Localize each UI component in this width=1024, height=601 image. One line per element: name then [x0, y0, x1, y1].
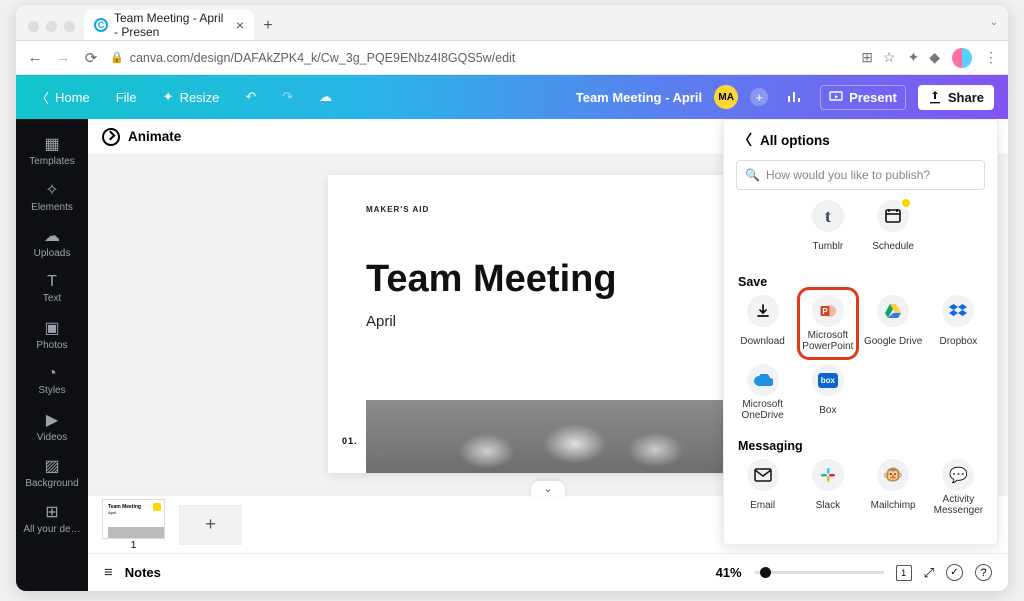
share-button[interactable]: Share	[918, 85, 994, 110]
panel-search-placeholder: How would you like to publish?	[766, 168, 930, 182]
sidebar-elements[interactable]: ✧Elements	[16, 173, 88, 219]
slide-canvas[interactable]: MAKER'S AID Team Meeting April 01.	[328, 175, 768, 473]
save-section-title: Save	[724, 267, 997, 291]
slide-image	[366, 400, 768, 473]
panel-search[interactable]: 🔍 How would you like to publish?	[736, 160, 985, 190]
svg-text:P: P	[822, 307, 828, 316]
sidebar-all-designs[interactable]: ⊞All your de…	[16, 495, 88, 541]
option-onedrive[interactable]: Microsoft OneDrive	[730, 360, 795, 425]
home-button[interactable]: 〈Home	[30, 84, 96, 111]
profile-avatar[interactable]	[952, 48, 972, 68]
option-tumblr[interactable]: t Tumblr	[795, 196, 860, 261]
user-avatar[interactable]: MA	[714, 85, 738, 109]
resize-button[interactable]: ✦Resize	[157, 85, 226, 109]
tabs-dropdown-icon[interactable]: ⌄	[990, 17, 998, 28]
panel-back-icon[interactable]: 〈	[738, 130, 752, 150]
sidebar-photos[interactable]: ▣Photos	[16, 311, 88, 357]
zoom-slider[interactable]	[754, 571, 884, 574]
extensions-icon[interactable]: ✦	[907, 49, 919, 66]
publish-panel: 〈 All options 🔍 How would you like to pu…	[723, 119, 998, 545]
sidebar-text[interactable]: TText	[16, 265, 88, 311]
option-slack[interactable]: Slack	[795, 455, 860, 520]
sidebar-videos[interactable]: ▶Videos	[16, 403, 88, 449]
messaging-section-title: Messaging	[724, 431, 997, 455]
window-traffic-lights	[28, 21, 75, 32]
option-mailchimp[interactable]: 🐵 Mailchimp	[861, 455, 926, 520]
browser-tab[interactable]: C Team Meeting - April - Presen ×	[84, 10, 254, 40]
browser-menu-icon[interactable]: ⋮	[984, 49, 998, 66]
option-google-drive[interactable]: Google Drive	[861, 291, 926, 356]
slide-number: 01.	[342, 436, 358, 446]
present-button[interactable]: Present	[820, 85, 906, 110]
sidebar-styles[interactable]: ◔Styles	[16, 357, 88, 403]
search-icon: 🔍	[745, 168, 760, 182]
nav-forward-icon[interactable]: →	[54, 49, 72, 66]
app-toolbar: 〈Home File ✦Resize ↶ ↷ ☁ Team Meeting - …	[16, 75, 1008, 119]
nav-reload-icon[interactable]: ⟳	[82, 49, 100, 67]
option-schedule[interactable]: Schedule	[861, 196, 926, 261]
panel-title: All options	[760, 133, 830, 148]
notes-toggle[interactable]: Notes	[125, 565, 161, 580]
canva-favicon: C	[94, 18, 108, 32]
notes-menu-icon[interactable]: ≡	[104, 564, 113, 581]
option-activity-messenger[interactable]: 💬 Activity Messenger	[926, 455, 991, 520]
option-download[interactable]: Download	[730, 291, 795, 356]
option-powerpoint[interactable]: P Microsoft PowerPoint	[795, 291, 860, 356]
help-icon[interactable]: ?	[975, 564, 992, 581]
option-dropbox[interactable]: Dropbox	[926, 291, 991, 356]
star-icon[interactable]: ☆	[883, 49, 896, 66]
thumb-number: 1	[102, 540, 165, 551]
redo-button[interactable]: ↷	[276, 85, 299, 109]
ext2-icon[interactable]: ◆	[929, 49, 940, 66]
new-tab-button[interactable]: +	[254, 12, 282, 40]
fullscreen-icon[interactable]: ⤢	[924, 565, 934, 581]
collapse-thumbbar-icon[interactable]: ⌄	[531, 481, 565, 497]
side-tool-panel: ▦Templates ✧Elements ☁Uploads TText ▣Pho…	[16, 119, 88, 591]
gift-icon[interactable]: ⊞	[861, 49, 873, 66]
option-box[interactable]: box Box	[795, 360, 860, 425]
add-collaborator-button[interactable]: +	[750, 88, 768, 106]
address-bar[interactable]: 🔒 canva.com/design/DAFAkZPK4_k/Cw_3g_PQE…	[110, 51, 851, 65]
nav-back-icon[interactable]: ←	[26, 49, 44, 66]
page-thumbnail-1[interactable]: Team Meeting April	[102, 499, 165, 539]
lock-icon: 🔒	[110, 51, 124, 64]
file-menu[interactable]: File	[110, 86, 143, 109]
animate-icon	[102, 128, 120, 146]
zoom-value[interactable]: 41%	[716, 565, 742, 580]
check-icon[interactable]: ✓	[946, 564, 963, 581]
slide-kicker: MAKER'S AID	[366, 205, 730, 214]
sidebar-background[interactable]: ▨Background	[16, 449, 88, 495]
sidebar-templates[interactable]: ▦Templates	[16, 127, 88, 173]
add-page-button[interactable]: +	[179, 505, 242, 545]
animate-button[interactable]: Animate	[128, 129, 181, 144]
page-count-icon[interactable]: 1	[896, 565, 912, 581]
undo-button[interactable]: ↶	[239, 85, 262, 109]
tab-title: Team Meeting - April - Presen	[114, 11, 224, 39]
slide-subtitle: April	[366, 313, 730, 330]
insights-icon[interactable]	[780, 85, 808, 109]
url-text: canva.com/design/DAFAkZPK4_k/Cw_3g_PQE9E…	[130, 51, 516, 65]
close-tab-icon[interactable]: ×	[236, 17, 244, 33]
option-email[interactable]: Email	[730, 455, 795, 520]
slide-title: Team Meeting	[366, 258, 730, 301]
sidebar-uploads[interactable]: ☁Uploads	[16, 219, 88, 265]
document-title[interactable]: Team Meeting - April	[576, 90, 702, 105]
cloud-sync-icon[interactable]: ☁	[313, 85, 338, 109]
